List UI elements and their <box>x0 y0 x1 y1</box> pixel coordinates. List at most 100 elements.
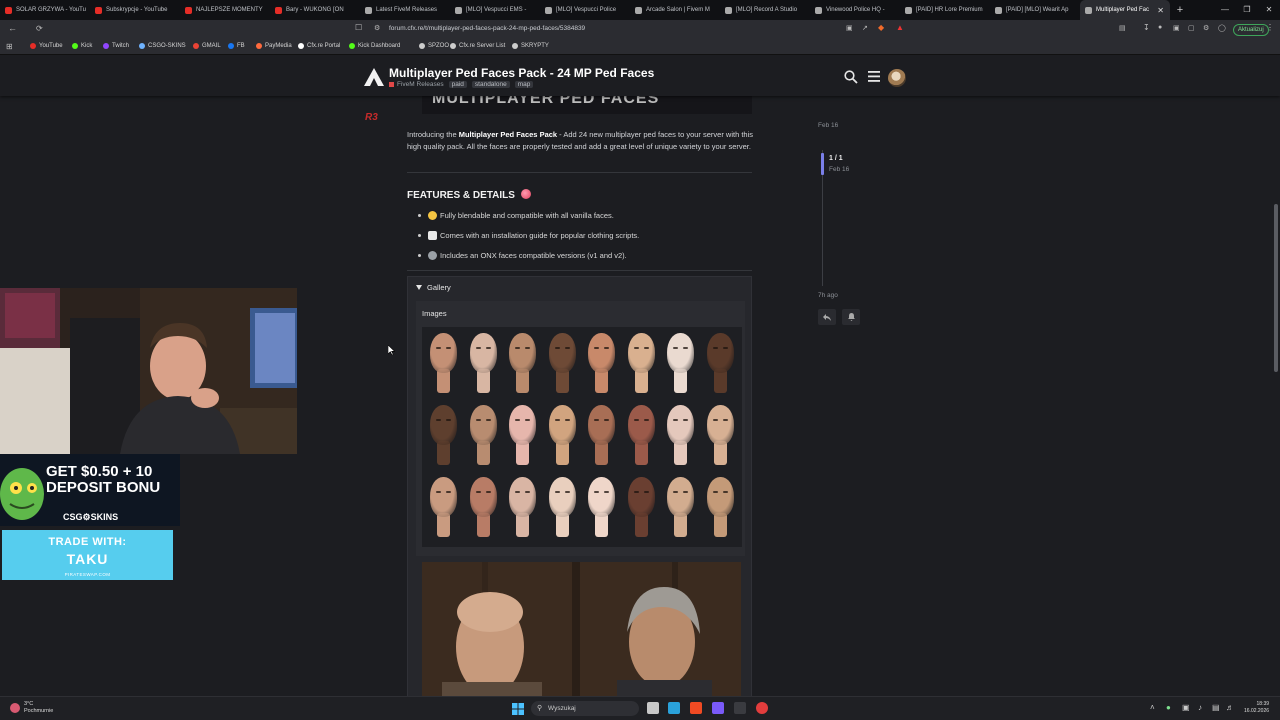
wallet-icon[interactable]: ◯ <box>1218 24 1226 32</box>
promo-banner[interactable]: GET $0.50 + 10 DEPOSIT BONU CSG⚙SKINS <box>0 454 180 526</box>
category-link[interactable]: FiveM Releases <box>397 81 444 88</box>
tray-app-icon[interactable]: ▣ <box>1182 703 1190 712</box>
browser-tab[interactable]: [PAID] [MLO] Wearit Ap <box>990 0 1080 20</box>
bookmark-item[interactable]: Cfx.re Portal <box>298 43 340 49</box>
browser-tab[interactable]: NAJLEPSZE MOMENTY <box>180 0 270 20</box>
mic-icon[interactable]: ♪ <box>1198 703 1202 712</box>
browser-tab[interactable]: [PAID] HR Lore Premium <box>900 0 990 20</box>
browser-tab[interactable]: Vinewood Police HQ - <box>810 0 900 20</box>
browser-tab[interactable]: Latest FiveM Releases <box>360 0 450 20</box>
tray-app-icon[interactable]: ● <box>1166 703 1171 712</box>
face-eye <box>643 347 649 349</box>
bullet-icon <box>418 214 421 217</box>
browser-tab[interactable]: Arcade Salon | Fivem M <box>630 0 720 20</box>
site-info-icon[interactable]: ⚙ <box>374 24 380 32</box>
discord-icon[interactable] <box>712 702 724 714</box>
gallery-toggle[interactable]: Gallery <box>416 283 451 292</box>
bookmark-item[interactable]: Twitch <box>103 43 129 49</box>
more-menu-icon[interactable]: ⋮ <box>1266 23 1274 32</box>
tag-paid[interactable]: paid <box>448 81 467 88</box>
intro-text: Introducing the <box>407 130 459 139</box>
face-eye <box>446 491 451 493</box>
back-icon[interactable]: ← <box>8 23 17 33</box>
bookmark-item[interactable]: Kick Dashboard <box>349 43 400 49</box>
new-tab-button[interactable]: + <box>1170 4 1190 16</box>
extension-icon[interactable]: ● <box>1158 24 1162 31</box>
scroll-thumb[interactable] <box>1274 204 1278 372</box>
tab-title: Subskrypcje - YouTube <box>106 7 168 13</box>
install-app-icon[interactable]: ▣ <box>846 24 853 32</box>
bookmark-item[interactable]: YouTube <box>30 43 63 49</box>
update-button[interactable]: Aktualizuj <box>1233 24 1269 36</box>
faces-image[interactable] <box>422 327 742 547</box>
apps-grid-icon[interactable]: ⊞ <box>6 42 13 51</box>
hamburger-menu-icon[interactable] <box>868 71 880 82</box>
tag-map[interactable]: map <box>514 81 534 88</box>
bookmark-item[interactable]: CSGO-SKINS <box>139 43 186 49</box>
bookmark-item[interactable]: Kick <box>72 43 92 49</box>
bookmark-item[interactable]: Cfx.re Server List <box>450 43 505 49</box>
windows-start-icon[interactable] <box>512 703 524 715</box>
face-head <box>588 477 615 517</box>
taskbar-clock[interactable]: 18:39 16.02.2026 <box>1244 701 1269 715</box>
capcut-icon[interactable] <box>734 702 746 714</box>
browser-tab[interactable]: Subskrypcje - YouTube <box>90 0 180 20</box>
brave-browser-icon[interactable] <box>690 702 702 714</box>
downloads-icon[interactable]: ↧ <box>1143 23 1150 32</box>
tag-standalone[interactable]: standalone <box>471 81 510 88</box>
share-icon[interactable]: ↗ <box>862 24 868 32</box>
file-explorer-icon[interactable] <box>647 702 659 714</box>
page-scrollbar[interactable] <box>1272 112 1280 696</box>
user-avatar[interactable] <box>888 69 906 87</box>
browser-tab[interactable]: [MLO] Record A Studio <box>720 0 810 20</box>
brave-rewards-icon[interactable]: ▲ <box>896 23 904 32</box>
minimize-button[interactable]: — <box>1214 0 1236 20</box>
poster-avatar[interactable]: R3 <box>365 112 378 123</box>
taskbar-search[interactable]: ⚲ Wyszukaj <box>531 701 639 716</box>
browser-tab[interactable]: Multiplayer Ped Fac ✕ <box>1080 0 1170 20</box>
obs-icon[interactable] <box>756 702 768 714</box>
timeline-start-date[interactable]: Feb 16 <box>818 122 838 129</box>
tab-favicon-icon <box>635 6 642 14</box>
topic-title[interactable]: Multiplayer Ped Faces Pack - 24 MP Ped F… <box>389 66 654 80</box>
browser-tab[interactable]: Bary - WUKONG [ON <box>270 0 360 20</box>
bookmark-item[interactable]: FB <box>228 43 245 49</box>
brave-shield-icon[interactable]: ◆ <box>878 23 884 32</box>
close-window-button[interactable]: ✕ <box>1258 0 1280 20</box>
extension-icon[interactable]: ▣ <box>1173 24 1180 32</box>
bookmark-item[interactable]: PayMedia <box>256 43 292 49</box>
bookmark-item[interactable]: GMAIL <box>193 43 221 49</box>
sidebar-icon[interactable]: ▤ <box>1119 24 1126 32</box>
timeline-end-date[interactable]: 7h ago <box>818 292 838 299</box>
clock-date: 16.02.2026 <box>1244 708 1270 714</box>
extension-icon[interactable]: ⚙ <box>1203 24 1209 32</box>
notifications-button[interactable] <box>842 309 860 325</box>
browser-tab[interactable]: [MLO] Vespucci EMS - <box>450 0 540 20</box>
telegram-icon[interactable] <box>668 702 680 714</box>
tray-chevron-icon[interactable]: ˄ <box>1150 703 1155 712</box>
face-eye <box>475 347 481 349</box>
close-tab-icon[interactable]: ✕ <box>1157 6 1164 15</box>
browser-tab[interactable]: [MLO] Vespucci Police <box>540 0 630 20</box>
url-field[interactable]: forum.cfx.re/t/multiplayer-ped-faces-pac… <box>389 25 585 32</box>
volume-icon[interactable]: ♬ <box>1226 703 1234 712</box>
banner-text: MULTIPLAYER PED FACES <box>432 96 660 107</box>
browser-tab[interactable]: SOLAR GRZYWA - YouTu <box>0 0 90 20</box>
cfx-logo-icon[interactable] <box>364 68 384 86</box>
bookmark-item[interactable]: SKRYPTY <box>512 43 549 49</box>
search-icon[interactable] <box>844 70 858 84</box>
reload-icon[interactable]: ⟳ <box>36 24 43 33</box>
bookmark-icon[interactable]: ☐ <box>355 23 362 32</box>
tabs-container: SOLAR GRZYWA - YouTu Subskrypcje - YouTub… <box>0 0 1170 20</box>
extension-icon[interactable]: ▢ <box>1188 24 1195 32</box>
network-icon[interactable]: ▤ <box>1212 703 1220 712</box>
reply-button[interactable] <box>818 309 836 325</box>
restore-button[interactable]: ❐ <box>1236 0 1258 20</box>
bookmark-item[interactable]: SPZOO <box>419 43 449 49</box>
trade-banner[interactable]: TRADE WITH: TAKU PIRATESWAP.COM <box>2 530 173 580</box>
timeline-scroll-handle[interactable] <box>821 153 824 175</box>
ingame-screenshot-image[interactable] <box>422 562 741 696</box>
weather-widget[interactable]: 3°C Pochmurnie <box>10 701 53 715</box>
bookmarks-bar: ⊞ YouTube Kick Twitch CSGO-SKINS GMAIL FB PayM… <box>0 40 1280 55</box>
face-eye <box>446 419 451 421</box>
